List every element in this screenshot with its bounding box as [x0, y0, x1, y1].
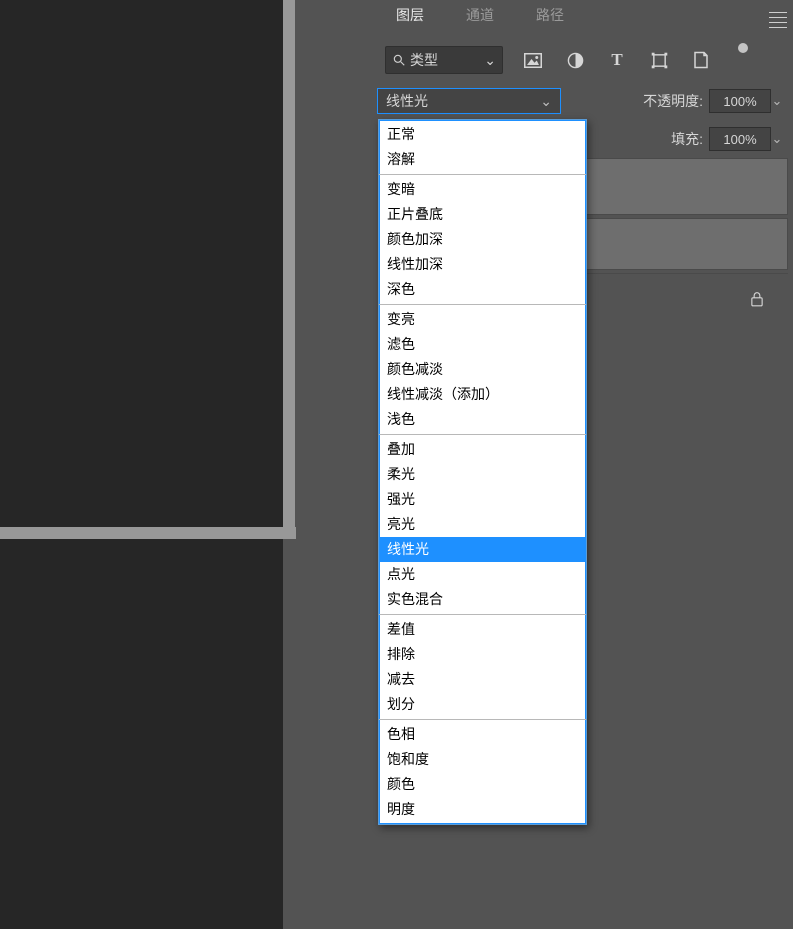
blend-option[interactable]: 颜色: [379, 772, 586, 797]
blend-option[interactable]: 亮光: [379, 512, 586, 537]
filter-shape-icon[interactable]: [647, 48, 671, 72]
lock-icon: [750, 291, 764, 307]
tab-layers[interactable]: 图层: [375, 0, 445, 38]
fill-chevron-icon[interactable]: ⌄: [771, 128, 783, 150]
panel-menu-icon[interactable]: [769, 12, 787, 24]
blend-option[interactable]: 点光: [379, 562, 586, 587]
blend-option[interactable]: 滤色: [379, 332, 586, 357]
blend-option[interactable]: 色相: [379, 722, 586, 747]
blend-option[interactable]: 明度: [379, 797, 586, 822]
blend-mode-value: 线性光: [386, 91, 428, 111]
blend-option[interactable]: 正片叠底: [379, 202, 586, 227]
blend-option[interactable]: 深色: [379, 277, 586, 302]
blend-option[interactable]: 线性减淡（添加）: [379, 382, 586, 407]
opacity-value[interactable]: 100%: [709, 89, 771, 113]
blend-option[interactable]: 变亮: [379, 307, 586, 332]
blend-option[interactable]: 浅色: [379, 407, 586, 432]
blend-option[interactable]: 溶解: [379, 147, 586, 172]
filter-smart-icon[interactable]: [689, 48, 713, 72]
blend-option[interactable]: 强光: [379, 487, 586, 512]
filter-toggle-dot[interactable]: [731, 36, 755, 60]
blend-option[interactable]: 减去: [379, 667, 586, 692]
blend-option[interactable]: 叠加: [379, 437, 586, 462]
blend-option[interactable]: 饱和度: [379, 747, 586, 772]
blend-option[interactable]: 划分: [379, 692, 586, 717]
filter-text-icon[interactable]: T: [605, 48, 629, 72]
blend-option[interactable]: 实色混合: [379, 587, 586, 612]
fill-value[interactable]: 100%: [709, 127, 771, 151]
blend-option[interactable]: 颜色减淡: [379, 357, 586, 382]
canvas-scrollbar-h[interactable]: [0, 527, 296, 539]
canvas-area: [0, 0, 283, 929]
blend-option[interactable]: 正常: [379, 122, 586, 147]
opacity-label[interactable]: 不透明度:: [643, 91, 703, 111]
filter-kind-select[interactable]: 类型 ⌄: [385, 46, 503, 74]
opacity-chevron-icon[interactable]: ⌄: [771, 90, 783, 112]
filter-row: 类型 ⌄ T: [375, 38, 793, 82]
canvas-scrollbar-v[interactable]: [283, 0, 295, 529]
panel-tabs: 图层 通道 路径: [375, 0, 793, 38]
tab-paths[interactable]: 路径: [515, 0, 585, 38]
chevron-down-icon: ⌄: [484, 52, 496, 69]
blend-option[interactable]: 变暗: [379, 177, 586, 202]
fill-label[interactable]: 填充:: [671, 129, 703, 149]
filter-pixel-icon[interactable]: [521, 48, 545, 72]
blend-mode-select[interactable]: 线性光 ⌄: [377, 88, 561, 114]
blend-row: 线性光 ⌄ 不透明度: 100% ⌄: [375, 82, 793, 120]
tab-channels[interactable]: 通道: [445, 0, 515, 38]
blend-option[interactable]: 差值: [379, 617, 586, 642]
blend-option[interactable]: 排除: [379, 642, 586, 667]
blend-option[interactable]: 线性加深: [379, 252, 586, 277]
search-icon: [392, 53, 406, 67]
filter-adjust-icon[interactable]: [563, 48, 587, 72]
blend-option[interactable]: 颜色加深: [379, 227, 586, 252]
filter-label: 类型: [410, 50, 438, 70]
blend-mode-dropdown[interactable]: 正常溶解变暗正片叠底颜色加深线性加深深色变亮滤色颜色减淡线性减淡（添加）浅色叠加…: [378, 119, 587, 825]
chevron-down-icon: ⌄: [540, 93, 552, 110]
blend-option[interactable]: 柔光: [379, 462, 586, 487]
blend-option[interactable]: 线性光: [379, 537, 586, 562]
